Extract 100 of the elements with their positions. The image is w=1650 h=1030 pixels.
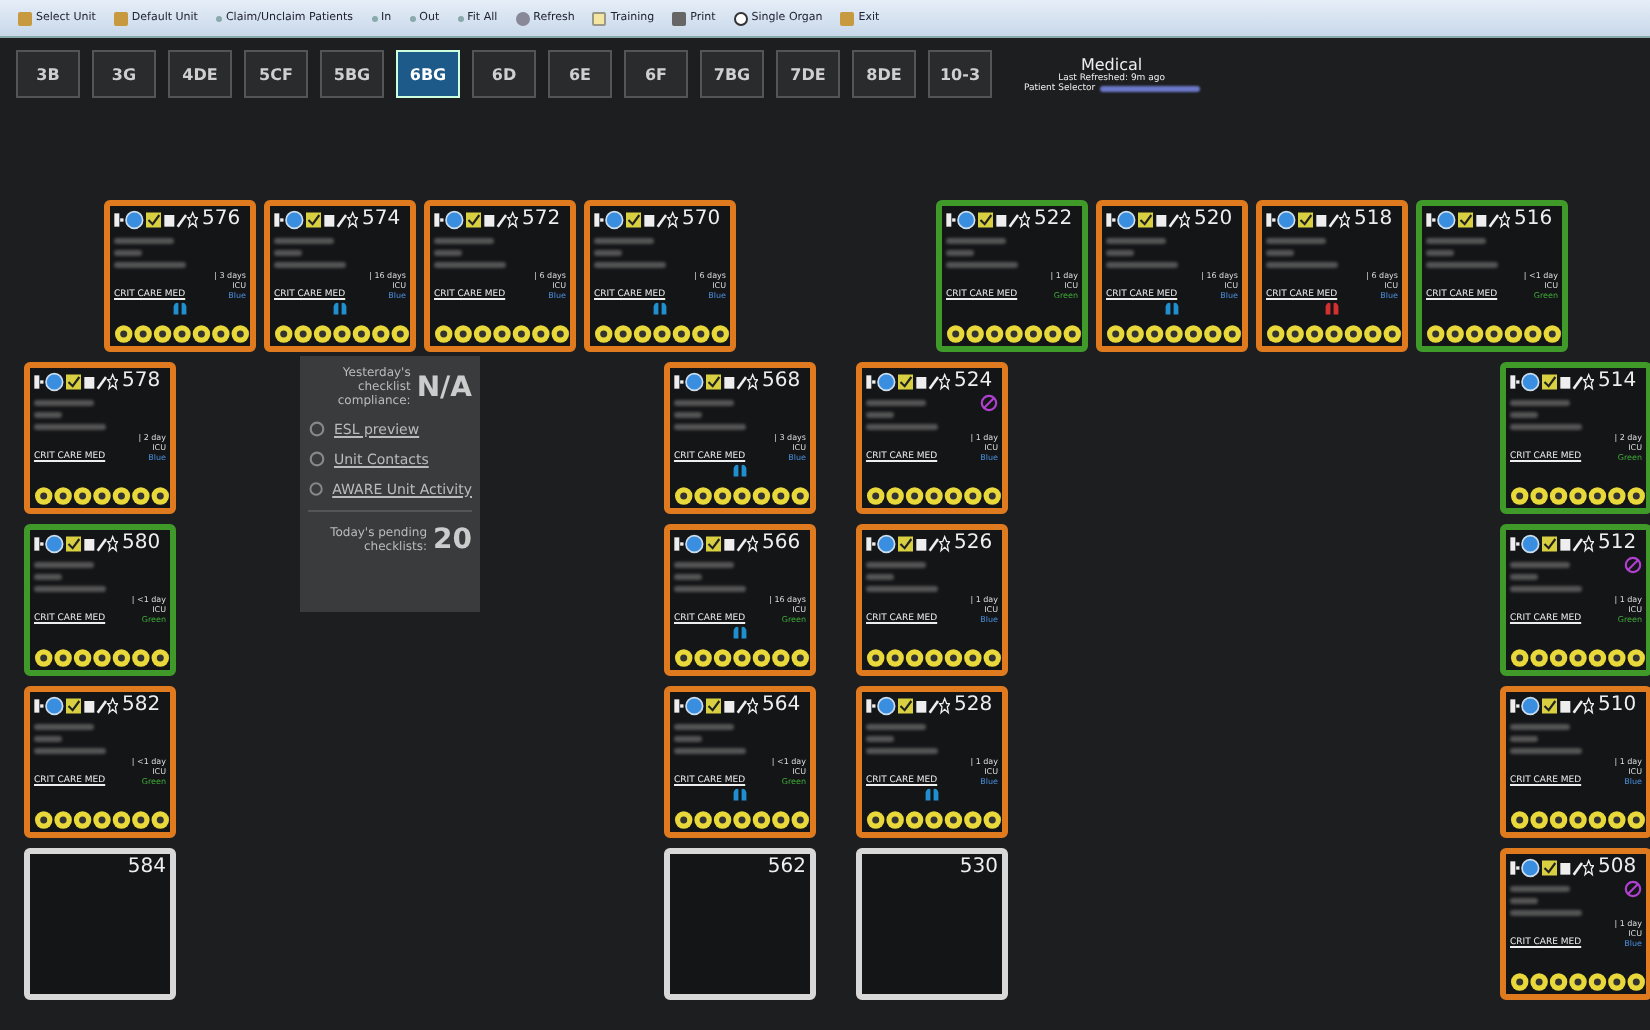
room-number: 574: [362, 208, 401, 230]
room-number: 526: [954, 532, 993, 554]
status-icons-drawing: [866, 533, 950, 553]
unit-tab[interactable]: 3G: [92, 50, 156, 98]
blurred-patient-info: [274, 236, 346, 270]
blurred-patient-info: [1510, 560, 1582, 594]
unit-tab[interactable]: 8DE: [852, 50, 916, 98]
checklist-icons-drawing: [946, 324, 1082, 344]
unit-tab[interactable]: 5CF: [244, 50, 308, 98]
checklist-icons-drawing: [1510, 486, 1646, 506]
unit-tab[interactable]: 7DE: [776, 50, 840, 98]
checklist-icons-drawing: [1106, 324, 1242, 344]
room-number: 570: [682, 208, 721, 230]
unit-title: Medical: [1080, 55, 1143, 73]
checklist-icons-drawing: [114, 324, 250, 344]
blurred-patient-info: [1266, 236, 1338, 270]
checklist-icons-drawing: [1510, 648, 1646, 668]
compliance-value: N/A: [416, 371, 472, 403]
blurred-patient-info: [114, 236, 186, 270]
unit-tab[interactable]: 6BG: [396, 50, 460, 98]
unit-tab[interactable]: 6F: [624, 50, 688, 98]
blurred-patient-info: [1510, 722, 1582, 756]
room-number: 584: [127, 856, 166, 878]
room-number: 582: [122, 694, 161, 716]
checklist-icons-drawing: [674, 810, 810, 830]
blurred-patient-info: [674, 722, 746, 756]
unit-tab[interactable]: 7BG: [700, 50, 764, 98]
status-icons-drawing: [34, 695, 118, 715]
checklist-icons-drawing: [866, 648, 1002, 668]
status-icons-drawing: [866, 371, 950, 391]
room-number: 514: [1598, 370, 1637, 392]
blurred-patient-info: [1426, 236, 1498, 270]
blurred-patient-info: [34, 398, 106, 432]
blurred-patient-info: [34, 722, 106, 756]
blurred-patient-info: [434, 236, 506, 270]
status-icons-drawing: [274, 209, 358, 229]
status-icons-drawing: [1106, 209, 1190, 229]
room-number: 522: [1034, 208, 1073, 230]
unit-tab[interactable]: 6E: [548, 50, 612, 98]
status-icons-drawing: [114, 209, 198, 229]
blurred-patient-info: [34, 560, 106, 594]
blurred-patient-info: [1510, 398, 1582, 432]
room-number: 510: [1598, 694, 1637, 716]
status-icons-drawing: [1266, 209, 1350, 229]
room-number: 528: [954, 694, 993, 716]
blurred-patient-info: [1510, 884, 1582, 918]
blurred-patient-info: [866, 398, 938, 432]
room-number: 580: [122, 532, 161, 554]
status-icons-drawing: [1510, 371, 1594, 391]
checklist-icons-drawing: [1510, 810, 1646, 830]
status-icons-drawing: [1510, 857, 1594, 877]
status-icons-drawing: [34, 533, 118, 553]
checklist-icons-drawing: [1510, 972, 1646, 992]
room-number: 578: [122, 370, 161, 392]
unit-tab[interactable]: 10-3: [928, 50, 992, 98]
checklist-icons-drawing: [594, 324, 730, 344]
status-icons-drawing: [1426, 209, 1510, 229]
blurred-patient-info: [866, 722, 938, 756]
checklist-icons-drawing: [866, 486, 1002, 506]
room-number: 564: [762, 694, 801, 716]
status-icons-drawing: [674, 371, 758, 391]
blurred-links: [1099, 85, 1200, 91]
room-number: 562: [767, 856, 806, 878]
unit-tab[interactable]: 4DE: [168, 50, 232, 98]
room-number: 508: [1598, 856, 1637, 878]
checklist-icons-drawing: [274, 324, 410, 344]
status-icons-drawing: [946, 209, 1030, 229]
checklist-icons-drawing: [1266, 324, 1402, 344]
checklist-icons-drawing: [34, 810, 170, 830]
room-number: 568: [762, 370, 801, 392]
blurred-patient-info: [594, 236, 666, 270]
checklist-icons-drawing: [434, 324, 570, 344]
room-card[interactable]: 530: [856, 848, 1008, 1000]
status-icons-drawing: [1510, 533, 1594, 553]
unit-tab[interactable]: 3B: [16, 50, 80, 98]
room-number: 520: [1194, 208, 1233, 230]
status-icons-drawing: [594, 209, 678, 229]
blurred-patient-info: [1106, 236, 1178, 270]
room-number: 516: [1514, 208, 1553, 230]
checklist-icons-drawing: [674, 648, 810, 668]
room-card[interactable]: 562: [664, 848, 816, 1000]
unit-tab[interactable]: 6D: [472, 50, 536, 98]
room-number: 512: [1598, 532, 1637, 554]
status-icons-drawing: [34, 371, 118, 391]
room-number: 518: [1354, 208, 1393, 230]
checklist-icons-drawing: [34, 648, 170, 668]
blurred-patient-info: [674, 398, 746, 432]
pending-value: 20: [433, 524, 472, 556]
room-card[interactable]: 584: [24, 848, 176, 1000]
checklist-icons-drawing: [674, 486, 810, 506]
room-number: 576: [202, 208, 241, 230]
unit-tab[interactable]: 5BG: [320, 50, 384, 98]
checklist-icons-drawing: [1426, 324, 1562, 344]
checklist-icons-drawing: [34, 486, 170, 506]
room-number: 566: [762, 532, 801, 554]
status-icons-drawing: [1510, 695, 1594, 715]
status-icons-drawing: [674, 695, 758, 715]
status-icons-drawing: [866, 695, 950, 715]
room-number: 524: [954, 370, 993, 392]
blurred-patient-info: [946, 236, 1018, 270]
